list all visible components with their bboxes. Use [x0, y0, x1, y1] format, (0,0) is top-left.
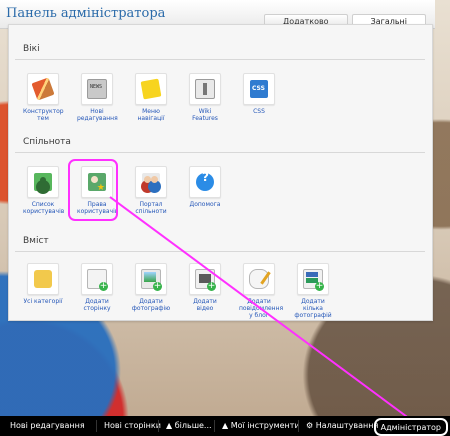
- content-item-label: Додати повідомлення у блог: [239, 298, 284, 319]
- sticky-note-icon: [140, 78, 162, 100]
- community-item-icon-box: [135, 166, 167, 198]
- wiki-item-label: Wiki Features: [192, 108, 218, 122]
- news-icon: [87, 79, 107, 99]
- css-icon: [250, 80, 268, 98]
- community-item-community-portal[interactable]: Портал спільноти: [131, 166, 171, 215]
- community-item-icon-box: [189, 166, 221, 198]
- add-blog-post-icon: [249, 269, 269, 289]
- help-icon: [196, 173, 214, 191]
- content-item-add-page[interactable]: Додати сторінку: [77, 263, 117, 319]
- community-item-user-list[interactable]: Список користувачів: [23, 166, 65, 215]
- toolbar-more-label: більше...: [174, 421, 212, 430]
- wiki-item-wiki-features[interactable]: Wiki Features: [185, 73, 225, 122]
- community-item-help[interactable]: Допомога: [185, 166, 225, 215]
- content-item-label: Додати кілька фотографій: [294, 298, 332, 319]
- wiki-item-css[interactable]: CSS: [239, 73, 279, 122]
- wiki-item-icon-box: [243, 73, 275, 105]
- content-item-icon-box: [81, 263, 113, 295]
- section-divider: [15, 59, 425, 60]
- toolbar-settings-label: Налаштування: [315, 421, 379, 430]
- wiki-items: Конструктор тем Нові редагування Меню на…: [23, 73, 279, 122]
- content-item-add-blog-post[interactable]: Додати повідомлення у блог: [239, 263, 284, 319]
- bottom-toolbar: Нові редагування Нові сторінки ▲ більше.…: [0, 416, 450, 436]
- content-item-label: Додати відео: [193, 298, 217, 312]
- toolbar-admin-label: Адміністратор: [380, 422, 441, 432]
- content-item-icon-box: [135, 263, 167, 295]
- wiki-item-icon-box: [81, 73, 113, 105]
- content-item-icon-box: [297, 263, 329, 295]
- wiki-item-label: CSS: [253, 108, 265, 115]
- wiki-item-icon-box: [189, 73, 221, 105]
- toolbar-separator: [158, 420, 159, 432]
- toolbar-menu-my-tools[interactable]: ▲ Мої інструменти: [222, 421, 300, 430]
- content-item-label: Усі категорії: [23, 298, 63, 305]
- wiki-item-icon-box: [135, 73, 167, 105]
- content-item-add-multiple-photos[interactable]: Додати кілька фотографій: [293, 263, 333, 319]
- arrow-up-icon: ▲: [222, 421, 229, 430]
- content-item-icon-box: [27, 263, 59, 295]
- content-item-label: Додати фотографію: [131, 298, 171, 312]
- toolbar-admin-button[interactable]: Адміністратор: [373, 418, 448, 436]
- highlight-user-rights: [68, 159, 118, 221]
- toolbar-separator: [298, 420, 299, 432]
- toolbar-separator: [214, 420, 215, 432]
- community-item-label: Список користувачів: [23, 201, 65, 215]
- community-items: Список користувачів Права користувачів П…: [23, 166, 225, 215]
- toolbar-separator: [96, 420, 97, 432]
- community-portal-icon: [142, 173, 160, 191]
- wiki-item-navigation-menu[interactable]: Меню навігації: [131, 73, 171, 122]
- folder-icon: [34, 270, 52, 288]
- wiki-item-label: Меню навігації: [137, 108, 165, 122]
- toolbar-my-tools-label: Мої інструменти: [230, 421, 300, 430]
- wiki-item-icon-box: [27, 73, 59, 105]
- wiki-item-theme-designer[interactable]: Конструктор тем: [23, 73, 64, 122]
- add-page-icon: [87, 269, 108, 291]
- community-item-icon-box: [27, 166, 59, 198]
- add-multiple-photos-icon: [303, 269, 324, 291]
- wiki-item-label: Конструктор тем: [23, 108, 64, 122]
- section-title-wiki: Вікі: [23, 44, 40, 54]
- add-video-icon: [195, 269, 216, 291]
- content-items: Усі категорії Додати сторінку Додати фот…: [23, 263, 333, 319]
- gear-icon: ⚙: [306, 421, 314, 430]
- toolbar-menu-more[interactable]: ▲ більше...: [166, 421, 212, 430]
- content-item-label: Додати сторінку: [83, 298, 111, 312]
- section-divider: [15, 152, 425, 153]
- content-item-icon-box: [189, 263, 221, 295]
- panel-title: Панель адміністратора: [6, 6, 166, 21]
- toolbar-link-recent-changes[interactable]: Нові редагування: [10, 421, 85, 430]
- content-item-add-video[interactable]: Додати відео: [185, 263, 225, 319]
- toolbar-menu-settings[interactable]: ⚙ Налаштування: [306, 421, 378, 430]
- toolbar-link-new-pages[interactable]: Нові сторінки: [104, 421, 161, 430]
- community-item-label: Портал спільноти: [135, 201, 167, 215]
- add-photo-icon: [141, 269, 162, 291]
- wiki-item-label: Нові редагування: [77, 108, 118, 122]
- arrow-up-icon: ▲: [166, 421, 173, 430]
- content-item-icon-box: [243, 263, 275, 295]
- content-item-add-photo[interactable]: Додати фотографію: [131, 263, 171, 319]
- tools-icon: [31, 77, 55, 101]
- section-divider: [15, 251, 425, 252]
- section-title-community: Спільнота: [23, 137, 71, 147]
- users-list-icon: [34, 173, 52, 191]
- wiki-features-icon: [195, 79, 215, 99]
- community-item-label: Допомога: [189, 201, 221, 208]
- section-title-content: Вміст: [23, 236, 49, 246]
- wiki-item-recent-changes[interactable]: Нові редагування: [77, 73, 118, 122]
- content-item-all-categories[interactable]: Усі категорії: [23, 263, 63, 319]
